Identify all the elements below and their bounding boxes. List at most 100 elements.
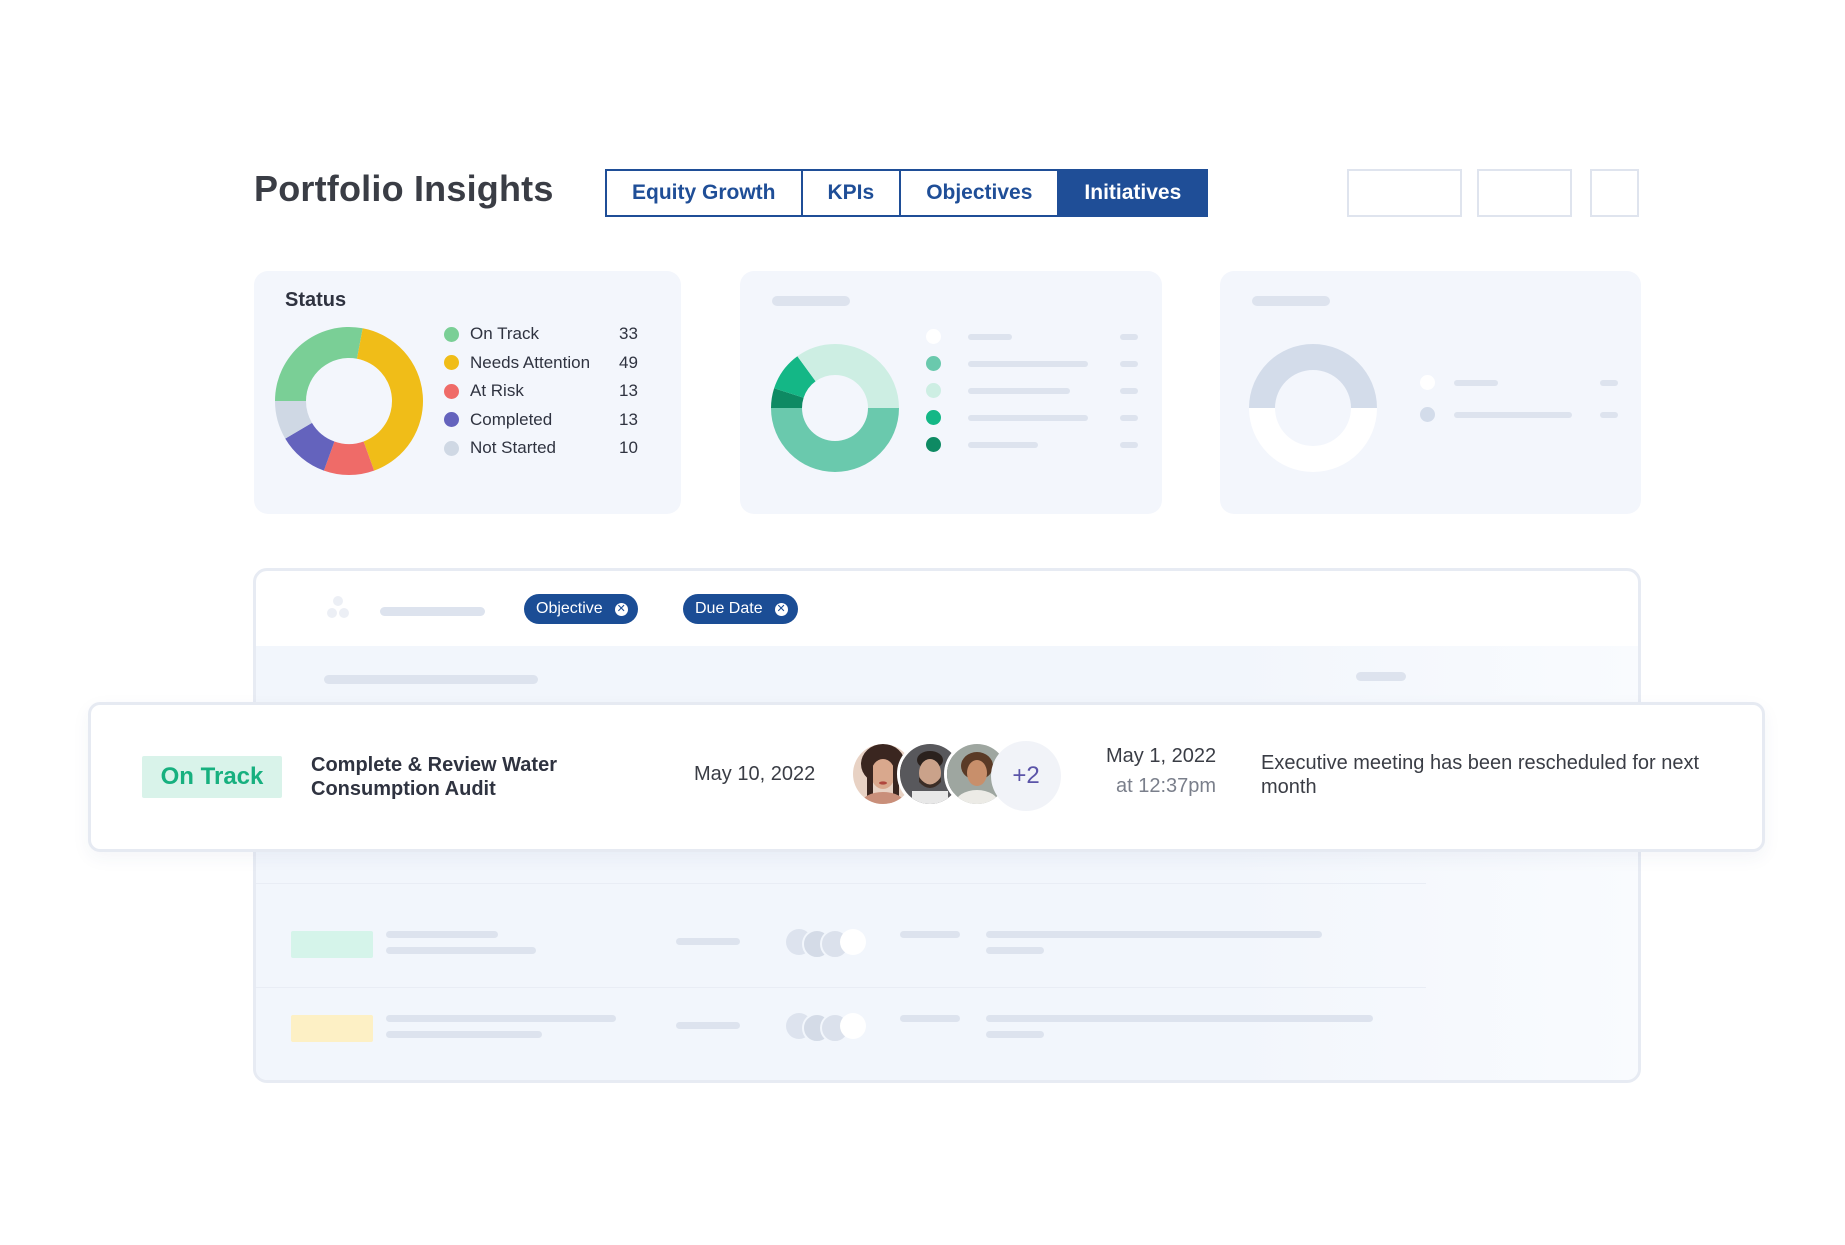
placeholder-bar: [380, 607, 485, 616]
placeholder-bar: [968, 388, 1070, 394]
placeholder-donut-green: [771, 344, 899, 472]
legend-dot-icon: [444, 412, 459, 427]
placeholder-bar: [1454, 380, 1498, 386]
placeholder-bar: [900, 931, 960, 938]
placeholder-bar: [968, 361, 1088, 367]
close-circle-icon[interactable]: ✕: [614, 602, 628, 616]
legend-dot-icon: [444, 440, 459, 456]
placeholder-header-bar: [1356, 672, 1406, 681]
donut-slice[interactable]: [771, 408, 899, 472]
placeholder-bar: [1120, 361, 1138, 367]
placeholder-bar: [1454, 412, 1572, 418]
placeholder-bar: [986, 931, 1322, 938]
donut-slice[interactable]: [835, 344, 899, 408]
legend-item-on-track[interactable]: On Track 33: [444, 324, 638, 344]
legend-value: 33: [619, 324, 638, 343]
placeholder-bar: [986, 947, 1044, 954]
updated-date: May 1, 2022: [1106, 745, 1217, 767]
placeholder-bar: [386, 1031, 542, 1038]
placeholder-button-3[interactable]: [1590, 169, 1639, 217]
close-circle-icon[interactable]: ✕: [774, 602, 788, 616]
filter-icon[interactable]: [323, 594, 353, 622]
page-title: Portfolio Insights: [254, 168, 554, 209]
placeholder-legend-dot: [926, 383, 941, 398]
status-badge: On Track: [142, 756, 282, 798]
placeholder-bar: [968, 442, 1038, 448]
row-divider: [256, 987, 1426, 988]
donut-slice[interactable]: [1249, 344, 1377, 408]
placeholder-bar: [986, 1031, 1044, 1038]
due-date: May 10, 2022: [694, 763, 816, 785]
legend-item-needs-attention[interactable]: Needs Attention 49: [444, 353, 638, 373]
placeholder-bar: [968, 415, 1088, 421]
latest-update-note: Executive meeting has been rescheduled f…: [1261, 752, 1700, 798]
placeholder-card-3: [1220, 271, 1641, 514]
filter-chip-objective[interactable]: Objective ✕: [524, 594, 638, 624]
legend-label: Needs Attention: [470, 352, 591, 372]
placeholder-legend-dot: [1420, 407, 1435, 422]
placeholder-title-bar: [772, 296, 850, 306]
placeholder-bar: [1120, 388, 1138, 394]
placeholder-legend-dot: [1420, 375, 1435, 390]
view-tabs: Equity Growth KPIs Objectives Initiative…: [605, 169, 1209, 217]
donut-slice[interactable]: [1249, 408, 1377, 472]
placeholder-avatars: [786, 1011, 878, 1043]
placeholder-bar: [386, 931, 498, 938]
placeholder-bar: [386, 1015, 616, 1022]
placeholder-bar: [1120, 442, 1138, 448]
placeholder-legend-dot: [926, 410, 941, 425]
placeholder-button-2[interactable]: [1477, 169, 1572, 217]
placeholder-bar: [1600, 412, 1618, 418]
tab-kpis[interactable]: KPIs: [802, 171, 902, 215]
placeholder-bar: [1600, 380, 1618, 386]
placeholder-bar: [986, 1015, 1373, 1022]
legend-value: 13: [619, 409, 638, 429]
placeholder-bar: [968, 334, 1012, 340]
tab-initiatives[interactable]: Initiatives: [1059, 171, 1207, 215]
placeholder-title-bar: [1252, 296, 1330, 306]
placeholder-bar: [676, 938, 740, 945]
legend-item-at-risk[interactable]: At Risk 13: [444, 381, 638, 401]
placeholder-bar: [1120, 334, 1138, 340]
placeholder-header-bar: [324, 675, 538, 684]
updated-time: at 12:37pm: [1116, 775, 1217, 797]
legend-label: At Risk: [470, 381, 524, 400]
donut-slice-on-track[interactable]: [275, 327, 363, 401]
donut-slice-needs-attention[interactable]: [356, 328, 423, 471]
legend-item-completed[interactable]: Completed 13: [444, 410, 638, 430]
table-row-highlighted[interactable]: On Track Complete & Review Water Consump…: [88, 702, 1765, 852]
legend-label: Not Started: [470, 438, 556, 457]
row-divider: [256, 883, 1426, 884]
placeholder-bar: [900, 1015, 960, 1022]
placeholder-donut-grey: [1249, 344, 1377, 472]
legend-dot-icon: [444, 355, 459, 370]
legend-label: On Track: [470, 324, 539, 343]
initiative-title[interactable]: Complete & Review Water Consumption Audi…: [311, 753, 611, 801]
placeholder-status-badge: [291, 1015, 373, 1042]
filter-chip-due-date[interactable]: Due Date ✕: [683, 594, 798, 624]
legend-value: 13: [619, 381, 638, 400]
tab-objectives[interactable]: Objectives: [901, 171, 1060, 215]
placeholder-bar: [1120, 415, 1138, 421]
legend-dot-icon: [444, 326, 459, 342]
placeholder-legend-dot: [926, 356, 941, 371]
placeholder-button-1[interactable]: [1347, 169, 1462, 217]
legend-label: Completed: [470, 409, 553, 429]
status-card-title: Status: [285, 289, 347, 311]
placeholder-avatars: [786, 927, 878, 959]
placeholder-card-2: [740, 271, 1162, 514]
placeholder-bar: [386, 947, 536, 954]
placeholder-legend-dot: [926, 329, 941, 344]
legend-value: 49: [619, 352, 638, 372]
placeholder-bar: [676, 1022, 740, 1029]
placeholder-status-badge: [291, 931, 373, 958]
legend-dot-icon: [444, 383, 459, 399]
status-donut-chart: [275, 327, 423, 475]
legend-value: 10: [619, 438, 638, 457]
more-assignees-badge[interactable]: +2: [991, 741, 1061, 811]
tab-equity-growth[interactable]: Equity Growth: [607, 171, 803, 215]
placeholder-legend-dot: [926, 437, 941, 452]
filter-chip-label: Due Date: [695, 600, 763, 617]
filter-chip-label: Objective: [536, 600, 603, 617]
legend-item-not-started[interactable]: Not Started 10: [444, 438, 638, 458]
